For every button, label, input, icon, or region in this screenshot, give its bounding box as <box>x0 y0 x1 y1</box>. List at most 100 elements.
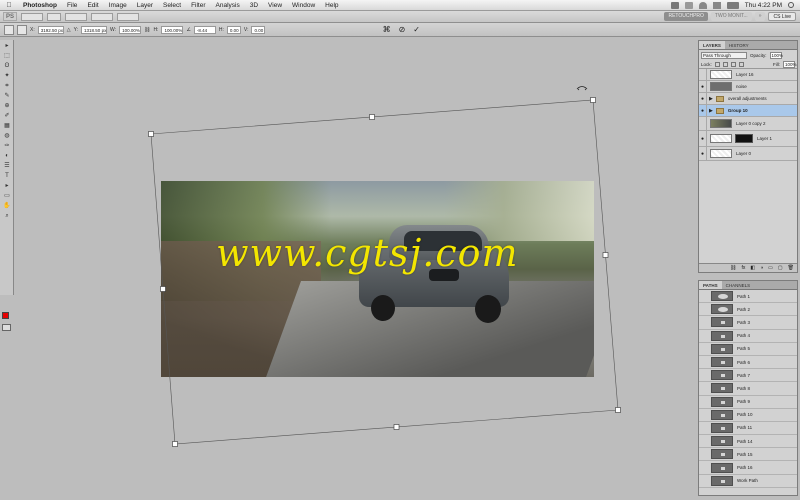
path-row[interactable]: Path 9 <box>699 396 797 409</box>
relative-position-icon[interactable]: △ <box>67 27 71 33</box>
transform-handle-bottom[interactable] <box>393 424 400 430</box>
vertical-skew-field[interactable]: 0.00 <box>251 25 266 34</box>
opacity-field[interactable]: 100% <box>769 51 783 59</box>
document-canvas[interactable]: www.cgtsj.com <box>15 38 697 500</box>
zoom-tool-icon[interactable]: ⌕ <box>2 212 12 220</box>
trash-icon[interactable]: 🗑 <box>788 264 794 272</box>
tab-layers[interactable]: LAYERS <box>699 41 725 49</box>
launch-bridge-button[interactable] <box>21 12 43 21</box>
transform-handle-left[interactable] <box>160 286 166 292</box>
hand-tool-icon[interactable]: ✋ <box>2 202 12 210</box>
layer-row[interactable]: Layer 16 <box>699 68 797 81</box>
menu-window[interactable]: Window <box>287 2 320 9</box>
layer-row[interactable]: ● Layer 1 <box>699 130 797 147</box>
expand-triangle-icon[interactable]: ▶ <box>709 108 713 114</box>
layer-group-row[interactable]: ● ▶ overall adjustments <box>699 92 797 105</box>
tool-preset-picker[interactable] <box>4 24 14 35</box>
layer-mask-thumbnail[interactable] <box>735 134 753 143</box>
fill-field[interactable]: 100% <box>783 60 797 68</box>
workspace-two-monitors[interactable]: TWO MONIT... <box>710 12 752 21</box>
lock-image-icon[interactable] <box>722 61 728 67</box>
transform-handle-bottom-right[interactable] <box>615 407 621 413</box>
cancel-transform-icon[interactable]: ⊘ <box>399 25 406 34</box>
transform-handle-right[interactable] <box>602 252 609 258</box>
menu-file[interactable]: File <box>62 2 82 9</box>
path-row[interactable]: Path 7 <box>699 369 797 383</box>
menu-filter[interactable]: Filter <box>186 2 210 9</box>
reference-point-locator[interactable] <box>17 24 27 35</box>
path-row[interactable]: Path 4 <box>699 330 797 343</box>
link-layers-icon[interactable]: ⛓ <box>730 264 736 272</box>
eye-icon[interactable]: ● <box>699 80 707 93</box>
menu-image[interactable]: Image <box>104 2 132 9</box>
quick-selection-tool-icon[interactable]: ✦ <box>2 72 12 80</box>
quick-mask-button[interactable] <box>2 324 11 331</box>
transform-handle-top[interactable] <box>369 114 375 120</box>
layer-row[interactable]: ● Layer 0 <box>699 146 797 161</box>
menu-select[interactable]: Select <box>158 2 186 9</box>
history-brush-tool-icon[interactable]: ◍ <box>2 132 12 140</box>
bluetooth-icon[interactable] <box>684 1 693 9</box>
volume-icon[interactable] <box>712 1 721 9</box>
menubar-clock[interactable]: Thu 4:22 PM <box>745 2 782 9</box>
menu-layer[interactable]: Layer <box>132 2 158 9</box>
layer-row[interactable]: ● noise <box>699 80 797 93</box>
clone-stamp-tool-icon[interactable]: ▦ <box>2 122 12 130</box>
new-adjustment-icon[interactable]: ◑ <box>760 264 763 272</box>
x-position-field[interactable]: 3192.50 px <box>37 25 64 34</box>
visibility-toggle-empty[interactable] <box>699 116 707 131</box>
tab-paths[interactable]: PATHS <box>699 281 722 289</box>
expand-triangle-icon[interactable]: ▶ <box>709 96 713 102</box>
shape-tool-icon[interactable]: ▭ <box>2 192 12 200</box>
battery-icon[interactable] <box>726 1 739 9</box>
menu-3d[interactable]: 3D <box>245 2 263 9</box>
eraser-tool-icon[interactable]: ✑ <box>2 142 12 150</box>
eye-icon[interactable]: ● <box>699 130 707 147</box>
status-icon[interactable] <box>670 1 679 9</box>
lock-position-icon[interactable] <box>730 61 736 67</box>
visibility-toggle-empty[interactable] <box>699 68 707 81</box>
brush-tool-icon[interactable]: ✐ <box>2 112 12 120</box>
menu-analysis[interactable]: Analysis <box>211 2 245 9</box>
eyedropper-tool-icon[interactable]: ✎ <box>2 92 12 100</box>
lasso-tool-icon[interactable]: ʘ <box>2 62 12 70</box>
path-selection-tool-icon[interactable]: ▸ <box>2 182 12 190</box>
layer-row[interactable]: Layer 0 copy 2 <box>699 116 797 131</box>
gradient-tool-icon[interactable]: ◐ <box>2 152 12 160</box>
height-scale-field[interactable]: 100.00% <box>161 25 184 34</box>
link-icon[interactable]: ⛓ <box>144 27 150 33</box>
marquee-tool-icon[interactable]: ⬚ <box>2 52 12 60</box>
tab-channels[interactable]: CHANNELS <box>722 281 755 289</box>
eye-icon[interactable]: ● <box>699 146 707 161</box>
path-row[interactable]: Path 15 <box>699 448 797 462</box>
lock-all-icon[interactable] <box>738 61 744 67</box>
blend-mode-select[interactable]: Pass Through <box>701 51 747 59</box>
tab-history[interactable]: HISTORY <box>725 41 753 49</box>
new-group-icon[interactable]: ▭ <box>768 264 773 272</box>
free-transform-bounding-box[interactable] <box>15 38 697 500</box>
arrange-documents-button[interactable] <box>91 12 113 21</box>
eye-icon[interactable]: ● <box>699 92 707 105</box>
path-row[interactable]: Path 8 <box>699 382 797 396</box>
y-position-field[interactable]: 1318.50 px <box>81 25 108 34</box>
zoom-level-dropdown[interactable] <box>65 12 87 21</box>
new-layer-icon[interactable]: ▢ <box>778 264 783 272</box>
menu-help[interactable]: Help <box>320 2 343 9</box>
add-style-icon[interactable]: fx <box>742 264 746 272</box>
width-scale-field[interactable]: 100.00% <box>119 25 142 34</box>
transform-outline[interactable] <box>150 99 619 445</box>
rotation-angle-field[interactable]: -8.44 <box>193 25 216 34</box>
dodge-tool-icon[interactable]: ☰ <box>2 162 12 170</box>
commit-transform-icon[interactable]: ✓ <box>413 25 420 34</box>
spotlight-icon[interactable] <box>788 2 794 8</box>
path-row[interactable]: Path 2 <box>699 303 797 317</box>
path-row-work-path[interactable]: Work Path <box>699 475 797 488</box>
horizontal-skew-field[interactable]: 0.00 <box>226 25 241 34</box>
menu-app-name[interactable]: Photoshop <box>18 2 62 9</box>
transform-handle-bottom-left[interactable] <box>172 441 178 447</box>
healing-brush-tool-icon[interactable]: ⊕ <box>2 102 12 110</box>
workspace-retouchpro[interactable]: RETOUCHPRO <box>664 12 708 21</box>
menu-edit[interactable]: Edit <box>82 2 103 9</box>
cs-live-button[interactable]: CS Live <box>768 12 796 21</box>
wifi-icon[interactable] <box>698 1 707 9</box>
